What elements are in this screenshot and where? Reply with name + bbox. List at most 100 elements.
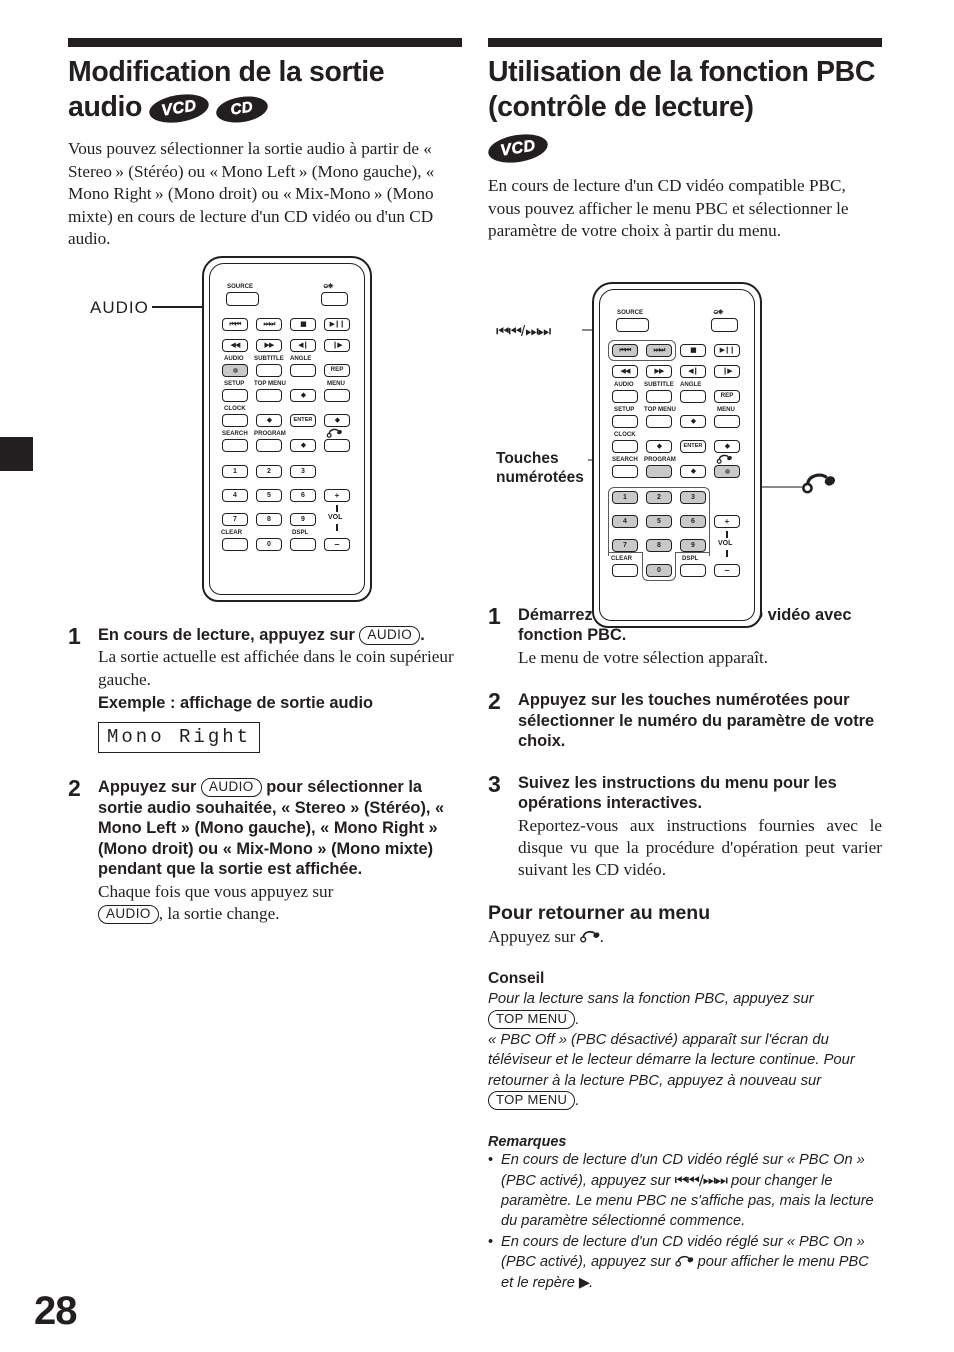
step-heading: En cours de lecture, appuyez sur AUDIO. xyxy=(98,625,462,646)
top-menu-button[interactable] xyxy=(646,415,672,428)
volume-down-button[interactable]: – xyxy=(324,538,350,551)
fast-forward-button[interactable]: ▶▶ xyxy=(646,365,672,378)
digit-7-button[interactable]: 7 xyxy=(222,513,248,526)
step-heading-text-a: En cours de lecture, appuyez sur xyxy=(98,625,360,644)
menu-button[interactable] xyxy=(324,389,350,402)
digit-3-button[interactable]: 3 xyxy=(290,465,316,478)
digit-0-button[interactable]: 0 xyxy=(646,564,672,577)
vcd-badge: VCD xyxy=(486,130,550,167)
return-button[interactable] xyxy=(714,465,740,478)
note-item: En cours de lecture d'un CD vidéo réglé … xyxy=(488,1151,882,1232)
digit-3-button[interactable]: 3 xyxy=(680,491,706,504)
return-arrow-icon xyxy=(802,473,835,494)
rep-button[interactable]: REP xyxy=(714,390,740,403)
angle-button[interactable] xyxy=(290,364,316,377)
cursor-up-button[interactable]: ◆ xyxy=(680,415,706,428)
cursor-right-button[interactable]: ◆ xyxy=(324,414,350,427)
search-button[interactable] xyxy=(612,465,638,478)
next-button[interactable]: ⏭⏭ xyxy=(646,344,672,357)
digit-1-button[interactable]: 1 xyxy=(612,491,638,504)
search-button[interactable] xyxy=(222,439,248,452)
note-item: En cours de lecture d'un CD vidéo réglé … xyxy=(488,1233,882,1294)
program-button[interactable] xyxy=(256,439,282,452)
subtitle-button[interactable] xyxy=(646,390,672,403)
clock-button[interactable] xyxy=(222,414,248,427)
top-menu-button[interactable] xyxy=(256,389,282,402)
volume-up-button[interactable]: + xyxy=(324,489,350,502)
rep-button[interactable]: REP xyxy=(324,364,350,377)
play-pause-button[interactable]: ▶❙❙ xyxy=(324,318,350,331)
tip-text-c: « PBC Off » (PBC désactivé) apparaît sur… xyxy=(488,1031,855,1089)
digit-7-button[interactable]: 7 xyxy=(612,539,638,552)
digit-4-button[interactable]: 4 xyxy=(222,489,248,502)
subtitle-button[interactable] xyxy=(256,364,282,377)
numbered-keys-line-2: numérotées xyxy=(496,468,584,486)
audio-button[interactable] xyxy=(222,364,248,377)
numbered-keys-callout: Touches numérotées xyxy=(496,450,584,487)
enter-button[interactable]: ENTER xyxy=(680,440,706,453)
program-button[interactable] xyxy=(646,465,672,478)
cursor-down-button[interactable]: ◆ xyxy=(680,465,706,478)
digit-4-button[interactable]: 4 xyxy=(612,515,638,528)
clear-button[interactable] xyxy=(612,564,638,577)
rewind-button[interactable]: ◀◀ xyxy=(222,339,248,352)
setup-button[interactable] xyxy=(222,389,248,402)
fast-forward-button[interactable]: ▶▶ xyxy=(256,339,282,352)
volume-down-button[interactable]: – xyxy=(714,564,740,577)
power-button[interactable] xyxy=(321,292,348,306)
dspl-button[interactable] xyxy=(680,564,706,577)
digit-5-button[interactable]: 5 xyxy=(256,489,282,502)
next-button[interactable]: ⏭⏭ xyxy=(256,318,282,331)
volume-up-button[interactable]: + xyxy=(714,515,740,528)
cd-badge: CD xyxy=(214,93,270,126)
slow-reverse-button[interactable]: ◀❙ xyxy=(290,339,316,352)
remote-body: SOURCE ⎉⎈ ⏮⏮ ⏭⏭ ■ ▶❙❙ ◀◀ ▶▶ ◀❙ ❙▶ AUDIO … xyxy=(592,282,762,628)
digit-5-button[interactable]: 5 xyxy=(646,515,672,528)
prev-button[interactable]: ⏮⏮ xyxy=(222,318,248,331)
digit-2-button[interactable]: 2 xyxy=(256,465,282,478)
digit-8-button[interactable]: 8 xyxy=(256,513,282,526)
digit-9-button[interactable]: 9 xyxy=(680,539,706,552)
setup-label: SETUP xyxy=(224,380,245,387)
cursor-left-button[interactable]: ◆ xyxy=(256,414,282,427)
digit-6-button[interactable]: 6 xyxy=(680,515,706,528)
source-button[interactable] xyxy=(616,318,649,332)
right-column: Utilisation de la fonction PBC (contrôle… xyxy=(486,38,882,1294)
audio-button[interactable] xyxy=(612,390,638,403)
enter-button[interactable]: ENTER xyxy=(290,414,316,427)
power-icon: ⎉⎈ xyxy=(713,308,723,316)
digit-0-button[interactable]: 0 xyxy=(256,538,282,551)
menu-button[interactable] xyxy=(714,415,740,428)
left-page-title: Modification de la sortie audio VCD CD xyxy=(68,55,462,127)
return-button[interactable] xyxy=(324,439,350,452)
digit-6-button[interactable]: 6 xyxy=(290,489,316,502)
stop-button[interactable]: ■ xyxy=(680,344,706,357)
right-remote-illustration: ⏮⏮/⏭⏭ Touches numérotées SOURCE ⎉⎈ ⏮⏮ ⏭⏭ … xyxy=(492,282,842,628)
power-button[interactable] xyxy=(711,318,738,332)
setup-button[interactable] xyxy=(612,415,638,428)
step-button[interactable]: ❙▶ xyxy=(324,339,350,352)
cursor-up-button[interactable]: ◆ xyxy=(290,389,316,402)
cursor-right-button[interactable]: ◆ xyxy=(714,440,740,453)
dspl-button[interactable] xyxy=(290,538,316,551)
rewind-button[interactable]: ◀◀ xyxy=(612,365,638,378)
play-pause-button[interactable]: ▶❙❙ xyxy=(714,344,740,357)
return-arrow-icon xyxy=(579,930,600,943)
source-button[interactable] xyxy=(226,292,259,306)
digit-8-button[interactable]: 8 xyxy=(646,539,672,552)
angle-button[interactable] xyxy=(680,390,706,403)
slow-reverse-button[interactable]: ◀❙ xyxy=(680,365,706,378)
digit-2-button[interactable]: 2 xyxy=(646,491,672,504)
vol-label: VOL xyxy=(328,514,343,521)
cursor-down-button[interactable]: ◆ xyxy=(290,439,316,452)
step-button[interactable]: ❙▶ xyxy=(714,365,740,378)
digit-1-button[interactable]: 1 xyxy=(222,465,248,478)
tip-heading: Conseil xyxy=(488,970,545,988)
stop-button[interactable]: ■ xyxy=(290,318,316,331)
clock-button[interactable] xyxy=(612,440,638,453)
clear-button[interactable] xyxy=(222,538,248,551)
cursor-left-button[interactable]: ◆ xyxy=(646,440,672,453)
tip-text-b: . xyxy=(575,1011,580,1028)
prev-button[interactable]: ⏮⏮ xyxy=(612,344,638,357)
digit-9-button[interactable]: 9 xyxy=(290,513,316,526)
